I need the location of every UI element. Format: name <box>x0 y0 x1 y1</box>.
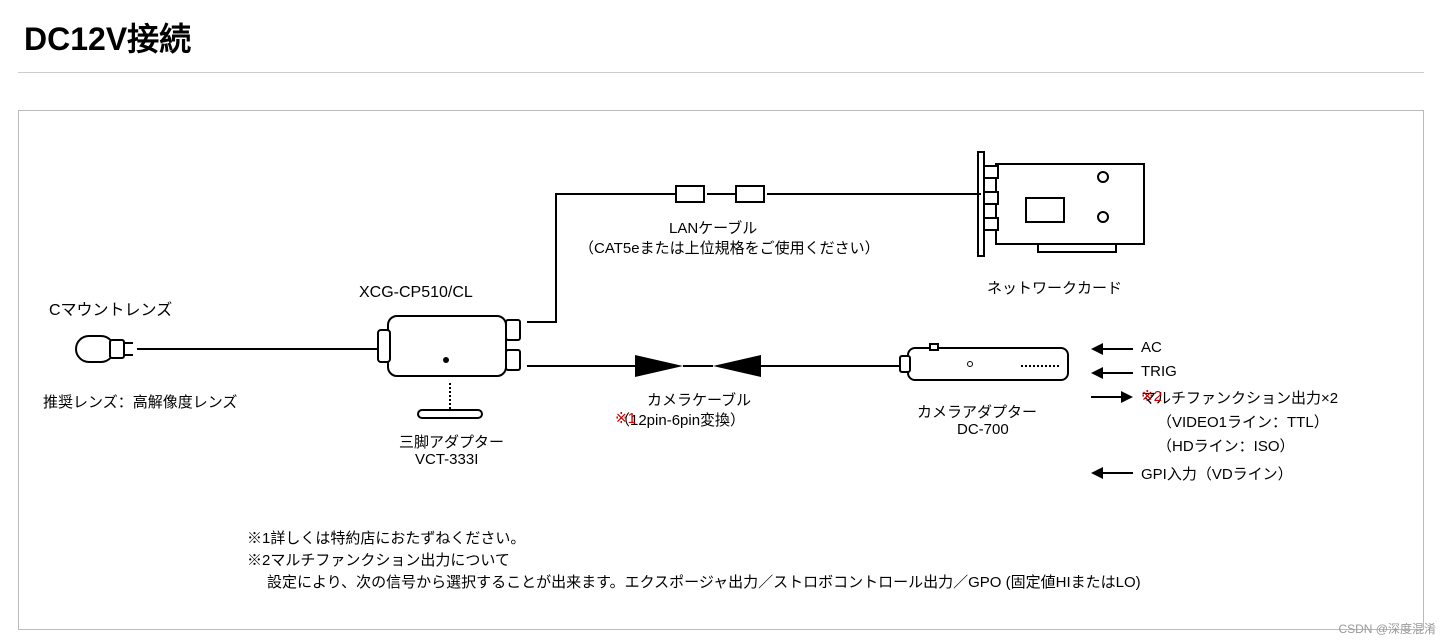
page-title: DC12V接続 <box>24 14 191 60</box>
wire-gpi <box>1103 472 1133 474</box>
wire-lan-3a <box>555 193 677 195</box>
page: DC12V接続 Cマウントレンズ 推奨レンズ：高解像度レンズ XCG-CP510… <box>0 0 1446 641</box>
note-3: 設定により、次の信号から選択することが出来ます。エクスポージャ出力／ストロボコン… <box>267 571 1141 592</box>
wire-lan-1 <box>527 321 557 323</box>
tripod-dotted <box>449 383 451 409</box>
netcard-label: ネットワークカード <box>987 277 1122 298</box>
note-2: ※2マルチファンクション出力について <box>247 549 510 570</box>
lan-note: （CAT5eまたは上位規格をご使用ください） <box>579 237 880 258</box>
connection-diagram: Cマウントレンズ 推奨レンズ：高解像度レンズ XCG-CP510/CL 三脚アダ… <box>18 110 1424 630</box>
io-ac: AC <box>1141 339 1162 356</box>
arrow-multi <box>1121 391 1133 403</box>
wire-cam-2 <box>761 365 899 367</box>
arrow-gpi <box>1091 467 1103 479</box>
adapter-model: DC-700 <box>957 421 1009 438</box>
io-gpi: GPI入力（VDライン） <box>1141 463 1293 484</box>
title-rule <box>18 72 1424 73</box>
lens-label: Cマウントレンズ <box>49 296 172 320</box>
cable-plug-left <box>635 355 683 377</box>
wire-ac <box>1103 348 1133 350</box>
lens-icon <box>75 329 135 369</box>
lan-label: LANケーブル <box>669 217 757 238</box>
io-hd: （HDライン：ISO） <box>1157 435 1295 456</box>
io-multimark: ※2 <box>1141 387 1162 405</box>
wire-multi <box>1091 396 1121 398</box>
camera-model: XCG-CP510/CL <box>359 284 473 302</box>
arrow-ac <box>1091 343 1103 355</box>
wire-lan-2 <box>555 193 557 323</box>
wire-lens-camera <box>137 348 379 350</box>
tripod-plate <box>417 409 483 419</box>
network-card-icon <box>977 151 1157 261</box>
camcable-mark: ※1 <box>615 409 636 427</box>
adapter-label: カメラアダプター <box>917 401 1037 422</box>
wire-lan-3c <box>767 193 981 195</box>
ferrite-1 <box>675 185 705 203</box>
camera-icon <box>377 309 533 383</box>
wire-trig <box>1103 372 1133 374</box>
wire-cam-1 <box>527 365 637 367</box>
dc700-icon <box>899 343 1079 387</box>
cable-plug-right <box>713 355 761 377</box>
lens-note: 推奨レンズ：高解像度レンズ <box>43 391 237 412</box>
io-trig: TRIG <box>1141 363 1177 380</box>
camcable-label: カメラケーブル <box>647 389 751 410</box>
note-1: ※1詳しくは特約店におたずねください。 <box>247 527 525 548</box>
ferrite-2 <box>735 185 765 203</box>
watermark: CSDN @深度混淆 <box>1338 620 1436 637</box>
tripod-label: 三脚アダプター <box>399 431 504 452</box>
tripod-model: VCT-333I <box>415 451 478 468</box>
arrow-trig <box>1091 367 1103 379</box>
io-multi: マルチファンクション出力×2 <box>1141 387 1338 408</box>
wire-lan-3b <box>707 193 735 195</box>
wire-cam-mid <box>683 365 713 367</box>
io-video: （VIDEO1ライン：TTL） <box>1157 411 1329 432</box>
